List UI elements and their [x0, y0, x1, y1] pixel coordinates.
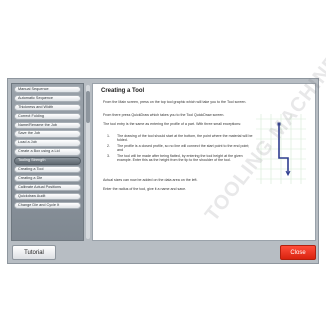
- close-button[interactable]: Close: [280, 245, 316, 260]
- content-panel: Creating a Tool From the Main screen, pr…: [92, 28, 326, 241]
- list-item: 2. The profile is a closed profile, so no…: [107, 144, 250, 153]
- sidebar-item[interactable]: Load a Job: [14, 139, 81, 147]
- sidebar-item[interactable]: Name/Rename the Job: [14, 121, 81, 129]
- sidebar-item[interactable]: Creating a Tool: [14, 166, 81, 174]
- tutorial-button[interactable]: Tutorial: [12, 245, 56, 260]
- topic-sidebar: Manual Sequence Automatic Sequence Thickne…: [11, 83, 84, 241]
- sidebar-item[interactable]: Creating a Die: [14, 174, 81, 183]
- list-item: 1. The drawing of the tool should start a…: [107, 134, 253, 143]
- content-paragraph-4: Actual sizes can now be added on the dat…: [103, 178, 198, 182]
- sidebar-item[interactable]: Tooling Strength: [14, 157, 81, 165]
- sidebar-item[interactable]: Thickness and Width: [14, 103, 81, 112]
- content-paragraph-5: Enter the radius of the tool, give it a …: [103, 187, 187, 191]
- sidebar-item[interactable]: Quickdraw Audit: [14, 192, 81, 201]
- content-paragraph-3: The tool entry is the same as entering t…: [103, 122, 242, 126]
- exceptions-list: 1. The drawing of the tool should start a…: [107, 134, 255, 164]
- list-item: 3. The tool will be made after being flat…: [107, 154, 243, 163]
- tool-profile-diagram: [256, 114, 306, 184]
- sidebar-item[interactable]: Calibrate Actual Positions: [14, 183, 81, 192]
- tutorial-window: Manual Sequence Automatic Sequence Thickne…: [7, 28, 326, 264]
- content-title: Creating a Tool: [101, 88, 145, 94]
- sidebar-item[interactable]: Create a Box using a Lid: [14, 148, 81, 156]
- sidebar-item[interactable]: Change Die and Cycle It: [14, 201, 81, 209]
- content-paragraph-2: From there press QuickDraw which takes y…: [103, 113, 225, 117]
- content-intro: From the Main screen, press on the top t…: [103, 100, 247, 104]
- sidebar-item[interactable]: Manual Sequence: [14, 86, 81, 94]
- sidebar-scrollbar[interactable]: [86, 85, 90, 239]
- sidebar-item[interactable]: Save the Job: [14, 130, 81, 138]
- scrollbar-thumb[interactable]: [86, 91, 90, 123]
- sidebar-item[interactable]: Correct Folding: [14, 112, 81, 121]
- sidebar-item[interactable]: Automatic Sequence: [14, 94, 81, 103]
